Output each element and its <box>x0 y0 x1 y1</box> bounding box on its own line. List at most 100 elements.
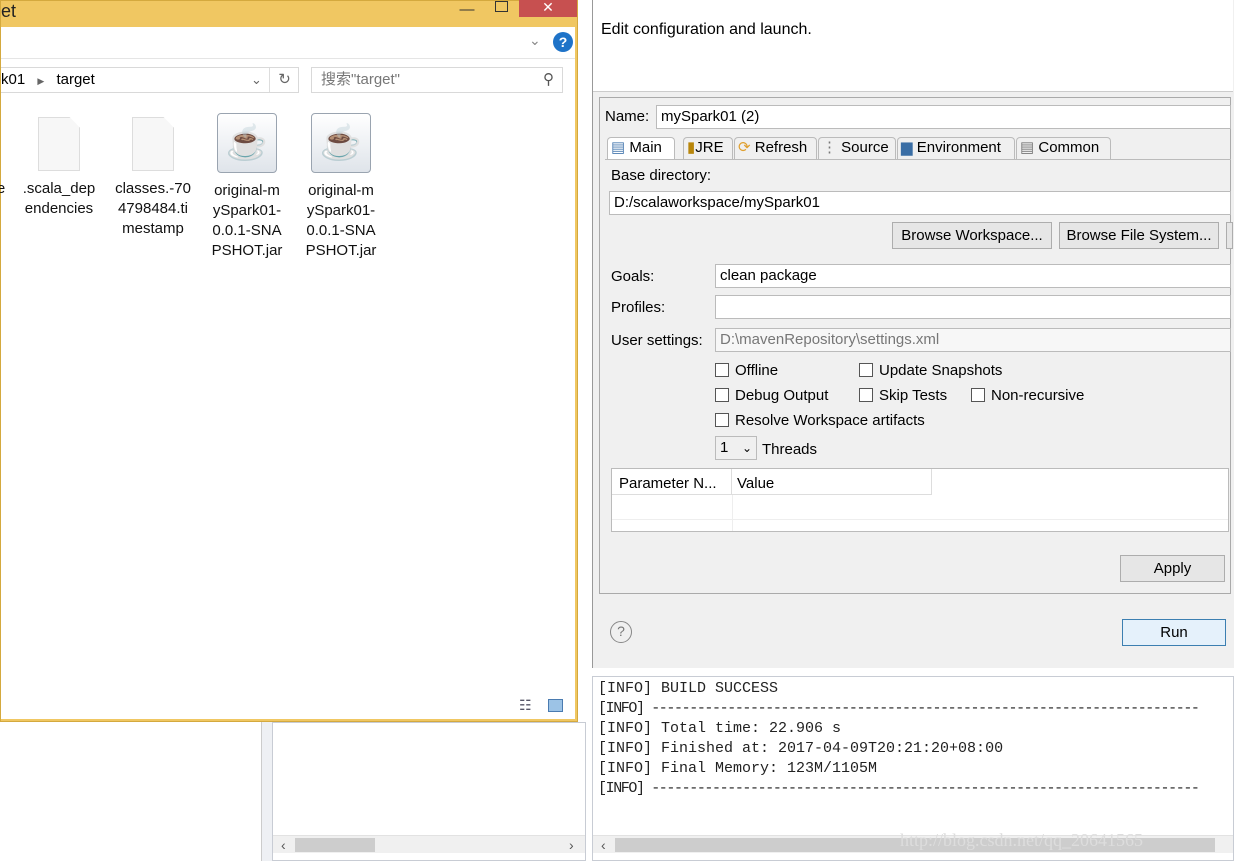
threads-label: Threads <box>762 441 818 458</box>
details-view-icon[interactable]: ☷ <box>519 697 532 714</box>
tab-jre[interactable]: ▮JRE <box>683 137 733 159</box>
tab-label: Environment <box>916 139 1001 156</box>
refresh-icon: ⟳ <box>738 139 751 156</box>
search-placeholder: 搜索"target" <box>321 71 401 88</box>
base-directory-field[interactable]: D:/scalaworkspace/mySpark01 <box>609 191 1231 215</box>
tab-divider <box>605 159 1231 160</box>
close-icon[interactable]: ✕ <box>519 0 577 17</box>
file-name: classes.-70 4798484.ti mestamp <box>115 180 191 237</box>
file-explorer-window: et — ✕ ⌄ ? k01 ▶ target ⌄ ↻ 搜索"target" ⚲… <box>0 0 578 722</box>
java-jar-icon: ☕ <box>217 113 277 173</box>
java-jar-icon: ☕ <box>311 113 371 173</box>
non-recursive-checkbox[interactable]: Non-recursive <box>971 387 1084 405</box>
apply-button[interactable]: Apply <box>1120 555 1225 582</box>
file-item[interactable]: classes.-70 4798484.ti mestamp <box>108 113 198 239</box>
checkbox-label: Non-recursive <box>991 387 1085 404</box>
browse-file-system-button[interactable]: Browse File System... <box>1059 222 1219 249</box>
tab-label: Main <box>629 139 662 156</box>
goals-label: Goals: <box>611 268 655 285</box>
search-icon[interactable]: ⚲ <box>543 68 554 92</box>
file-name: original-m ySpark01- 0.0.1-SNA PSHOT.jar <box>305 182 377 259</box>
resolve-workspace-checkbox[interactable]: Resolve Workspace artifacts <box>715 412 925 430</box>
profiles-field[interactable] <box>715 295 1231 319</box>
main-tab-icon: ▤ <box>611 139 626 156</box>
minimize-icon[interactable]: — <box>457 1 477 19</box>
tab-main[interactable]: ▤ Main <box>607 137 675 159</box>
console-line: [INFO] Finished at: 2017-04-09T20:21:20+… <box>598 740 1004 757</box>
launch-configuration-dialog: Edit configuration and launch. Name: myS… <box>592 0 1234 668</box>
explorer-body: ⌄ ? k01 ▶ target ⌄ ↻ 搜索"target" ⚲ e .sca… <box>0 27 575 719</box>
user-settings-field[interactable]: D:\mavenRepository\settings.xml <box>715 328 1231 352</box>
refresh-icon[interactable]: ↻ <box>269 68 299 92</box>
variables-button[interactable] <box>1226 222 1233 249</box>
tab-label: JRE <box>695 139 724 156</box>
project-panel: ‹ › <box>272 722 586 861</box>
breadcrumb-current[interactable]: target <box>56 71 94 88</box>
file-name: original-m ySpark01- 0.0.1-SNA PSHOT.jar <box>211 182 283 259</box>
tab-common[interactable]: ▤ Common <box>1016 137 1111 159</box>
debug-output-checkbox[interactable]: Debug Output <box>715 387 828 405</box>
tab-source[interactable]: ⋮ Source <box>818 137 896 159</box>
update-snapshots-checkbox[interactable]: Update Snapshots <box>859 362 1002 380</box>
name-label: Name: <box>605 108 650 125</box>
console-line: [INFO] Final Memory: 123M/1105M <box>598 760 878 777</box>
tab-refresh[interactable]: ⟳ Refresh <box>734 137 817 159</box>
dialog-header: Edit configuration and launch. <box>593 0 1233 92</box>
user-settings-label: User settings: <box>611 332 703 349</box>
column-header-value[interactable]: Value <box>732 469 932 495</box>
environment-icon: ▆ <box>901 139 913 156</box>
scroll-left-icon[interactable]: ‹ <box>281 836 286 854</box>
console-line: [INFO] ---------------------------------… <box>598 700 1200 717</box>
threads-select[interactable]: 1 ⌄ <box>715 436 757 460</box>
file-item[interactable]: .scala_dep endencies <box>14 113 104 219</box>
large-icons-view-icon[interactable] <box>548 699 563 712</box>
ribbon: ⌄ ? <box>1 27 575 59</box>
background-panel <box>0 722 262 861</box>
console-line: [INFO] Total time: 22.906 s <box>598 720 842 737</box>
skip-tests-checkbox[interactable]: Skip Tests <box>859 387 947 405</box>
chevron-down-icon[interactable]: ⌄ <box>251 68 262 92</box>
watermark: http://blog.csdn.net/qq_20641565 <box>900 830 1143 850</box>
profiles-label: Profiles: <box>611 299 666 316</box>
checkbox-label: Resolve Workspace artifacts <box>735 412 925 429</box>
file-item[interactable]: ☕ original-m ySpark01- 0.0.1-SNA PSHOT.ja… <box>296 113 386 261</box>
file-item[interactable]: ☕ original-m ySpark01- 0.0.1-SNA PSHOT.ja… <box>202 113 292 261</box>
browse-workspace-button[interactable]: Browse Workspace... <box>892 222 1052 249</box>
column-divider <box>732 495 733 531</box>
horizontal-scrollbar[interactable]: ‹ › <box>273 835 585 853</box>
help-icon[interactable]: ? <box>553 32 573 52</box>
table-row[interactable] <box>612 519 1228 520</box>
parameters-table: Parameter N... Value <box>611 468 1229 532</box>
checkbox-label: Skip Tests <box>879 387 948 404</box>
help-icon[interactable]: ? <box>610 621 632 643</box>
tab-label: Refresh <box>754 139 808 156</box>
tab-label: Common <box>1038 139 1100 156</box>
breadcrumb-prev[interactable]: k01 <box>1 71 25 88</box>
scroll-left-icon[interactable]: ‹ <box>601 836 606 854</box>
checkbox-label: Debug Output <box>735 387 829 404</box>
file-name: e <box>0 180 6 197</box>
file-name: .scala_dep endencies <box>22 180 96 217</box>
tab-environment[interactable]: ▆ Environment <box>897 137 1015 159</box>
threads-value: 1 <box>720 439 729 456</box>
checkbox-label: Update Snapshots <box>879 362 1003 379</box>
column-header-parameter[interactable]: Parameter N... <box>612 469 732 495</box>
run-button[interactable]: Run <box>1122 619 1226 646</box>
address-bar[interactable]: k01 ▶ target ⌄ ↻ <box>1 67 299 93</box>
maximize-icon[interactable] <box>491 1 511 19</box>
base-directory-label: Base directory: <box>611 167 712 184</box>
dialog-description: Edit configuration and launch. <box>601 21 812 38</box>
chevron-right-icon: ▶ <box>37 76 45 86</box>
tab-label: Source <box>841 139 889 156</box>
search-input[interactable]: 搜索"target" ⚲ <box>311 67 563 93</box>
checkbox-label: Offline <box>735 362 779 379</box>
scroll-right-icon[interactable]: › <box>569 836 574 854</box>
chevron-down-icon: ⌄ <box>741 441 752 455</box>
goals-field[interactable]: clean package <box>715 264 1231 288</box>
source-icon: ⋮ <box>822 139 837 156</box>
chevron-down-icon[interactable]: ⌄ <box>529 32 541 49</box>
scrollbar-thumb[interactable] <box>295 838 375 852</box>
name-field[interactable]: mySpark01 (2) <box>656 105 1231 129</box>
offline-checkbox[interactable]: Offline <box>715 362 778 380</box>
window-title: et <box>1 1 17 21</box>
